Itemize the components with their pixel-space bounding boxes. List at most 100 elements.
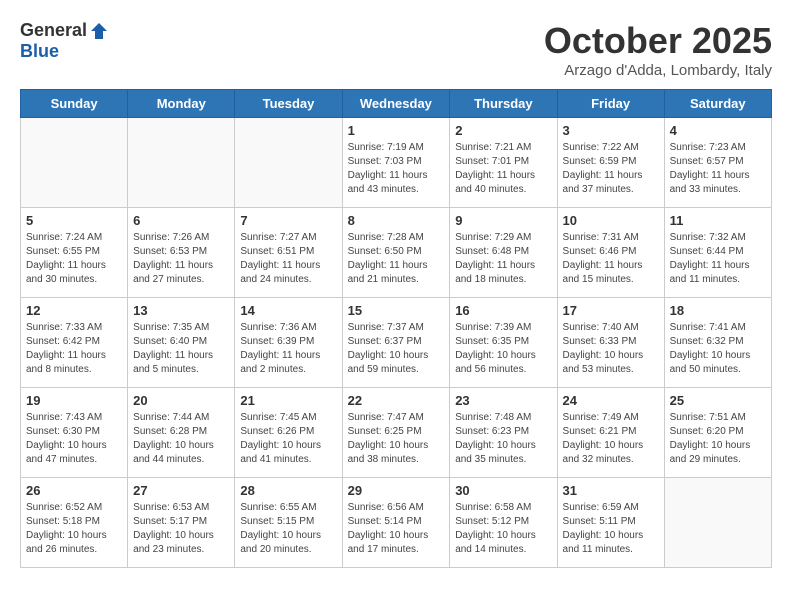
- day-number: 25: [670, 393, 766, 408]
- day-number: 8: [348, 213, 445, 228]
- day-number: 21: [240, 393, 336, 408]
- calendar-cell: 10 Sunrise: 7:31 AM Sunset: 6:46 PM Dayli…: [557, 208, 664, 298]
- logo-general-text: General: [20, 20, 87, 41]
- weekday-header-friday: Friday: [557, 90, 664, 118]
- calendar-cell: 25 Sunrise: 7:51 AM Sunset: 6:20 PM Dayli…: [664, 388, 771, 478]
- day-number: 5: [26, 213, 122, 228]
- calendar-cell: 13 Sunrise: 7:35 AM Sunset: 6:40 PM Dayli…: [128, 298, 235, 388]
- day-info: Sunrise: 7:49 AM Sunset: 6:21 PM Dayligh…: [563, 411, 659, 467]
- day-number: 10: [563, 213, 659, 228]
- day-info: Sunrise: 7:43 AM Sunset: 6:30 PM Dayligh…: [26, 411, 122, 467]
- day-number: 6: [133, 213, 229, 228]
- page-header: General Blue October 2025 Arzago d'Adda,…: [20, 20, 772, 79]
- calendar-cell: 7Sunrise: 7:27 AM Sunset: 6:51 PM Daylig…: [235, 208, 342, 298]
- day-number: 19: [26, 393, 122, 408]
- day-number: 14: [240, 303, 336, 318]
- calendar-cell: 15 Sunrise: 7:37 AM Sunset: 6:37 PM Dayli…: [342, 298, 450, 388]
- day-number: 28: [240, 483, 336, 498]
- week-row-4: 19 Sunrise: 7:43 AM Sunset: 6:30 PM Dayli…: [21, 388, 772, 478]
- day-info: Sunrise: 7:33 AM Sunset: 6:42 PM Dayligh…: [26, 321, 122, 377]
- day-info: Sunrise: 7:28 AM Sunset: 6:50 PM Dayligh…: [348, 231, 445, 287]
- day-number: 7: [240, 213, 336, 228]
- day-number: 9: [455, 213, 551, 228]
- weekday-header-monday: Monday: [128, 90, 235, 118]
- logo: General Blue: [20, 20, 109, 62]
- day-number: 11: [670, 213, 766, 228]
- day-number: 3: [563, 123, 659, 138]
- day-number: 29: [348, 483, 445, 498]
- week-row-2: 5 Sunrise: 7:24 AM Sunset: 6:55 PM Daylig…: [21, 208, 772, 298]
- calendar-cell: 20Sunrise: 7:44 AM Sunset: 6:28 PM Dayli…: [128, 388, 235, 478]
- day-info: Sunrise: 7:31 AM Sunset: 6:46 PM Dayligh…: [563, 231, 659, 287]
- calendar-cell: 26Sunrise: 6:52 AM Sunset: 5:18 PM Dayli…: [21, 478, 128, 568]
- calendar-cell: 9 Sunrise: 7:29 AM Sunset: 6:48 PM Daylig…: [450, 208, 557, 298]
- day-number: 4: [670, 123, 766, 138]
- logo-icon: [89, 21, 109, 41]
- calendar-cell: 14Sunrise: 7:36 AM Sunset: 6:39 PM Dayli…: [235, 298, 342, 388]
- day-info: Sunrise: 6:53 AM Sunset: 5:17 PM Dayligh…: [133, 501, 229, 557]
- day-number: 22: [348, 393, 445, 408]
- calendar-cell: 6Sunrise: 7:26 AM Sunset: 6:53 PM Daylig…: [128, 208, 235, 298]
- calendar-cell: 11 Sunrise: 7:32 AM Sunset: 6:44 PM Dayli…: [664, 208, 771, 298]
- calendar-cell: 21Sunrise: 7:45 AM Sunset: 6:26 PM Dayli…: [235, 388, 342, 478]
- day-info: Sunrise: 7:19 AM Sunset: 7:03 PM Dayligh…: [348, 141, 445, 197]
- title-section: October 2025 Arzago d'Adda, Lombardy, It…: [544, 20, 772, 79]
- calendar-cell: 28 Sunrise: 6:55 AM Sunset: 5:15 PM Dayli…: [235, 478, 342, 568]
- day-number: 31: [563, 483, 659, 498]
- week-row-1: 1 Sunrise: 7:19 AM Sunset: 7:03 PM Daylig…: [21, 118, 772, 208]
- day-number: 13: [133, 303, 229, 318]
- calendar-cell: 22 Sunrise: 7:47 AM Sunset: 6:25 PM Dayli…: [342, 388, 450, 478]
- week-row-5: 26Sunrise: 6:52 AM Sunset: 5:18 PM Dayli…: [21, 478, 772, 568]
- weekday-header-wednesday: Wednesday: [342, 90, 450, 118]
- day-info: Sunrise: 6:56 AM Sunset: 5:14 PM Dayligh…: [348, 501, 445, 557]
- calendar-cell: 5 Sunrise: 7:24 AM Sunset: 6:55 PM Daylig…: [21, 208, 128, 298]
- day-info: Sunrise: 7:47 AM Sunset: 6:25 PM Dayligh…: [348, 411, 445, 467]
- day-info: Sunrise: 7:21 AM Sunset: 7:01 PM Dayligh…: [455, 141, 551, 197]
- calendar-cell: 3Sunrise: 7:22 AM Sunset: 6:59 PM Daylig…: [557, 118, 664, 208]
- day-info: Sunrise: 7:40 AM Sunset: 6:33 PM Dayligh…: [563, 321, 659, 377]
- day-number: 1: [348, 123, 445, 138]
- week-row-3: 12Sunrise: 7:33 AM Sunset: 6:42 PM Dayli…: [21, 298, 772, 388]
- calendar-cell: 18 Sunrise: 7:41 AM Sunset: 6:32 PM Dayli…: [664, 298, 771, 388]
- month-title: October 2025: [544, 20, 772, 62]
- calendar-cell: [21, 118, 128, 208]
- day-info: Sunrise: 7:41 AM Sunset: 6:32 PM Dayligh…: [670, 321, 766, 377]
- calendar-cell: [235, 118, 342, 208]
- calendar-cell: 19 Sunrise: 7:43 AM Sunset: 6:30 PM Dayli…: [21, 388, 128, 478]
- calendar-table: SundayMondayTuesdayWednesdayThursdayFrid…: [20, 89, 772, 568]
- day-number: 27: [133, 483, 229, 498]
- calendar-cell: [664, 478, 771, 568]
- day-info: Sunrise: 6:58 AM Sunset: 5:12 PM Dayligh…: [455, 501, 551, 557]
- day-number: 17: [563, 303, 659, 318]
- day-info: Sunrise: 7:37 AM Sunset: 6:37 PM Dayligh…: [348, 321, 445, 377]
- day-info: Sunrise: 6:55 AM Sunset: 5:15 PM Dayligh…: [240, 501, 336, 557]
- calendar-cell: 4 Sunrise: 7:23 AM Sunset: 6:57 PM Daylig…: [664, 118, 771, 208]
- calendar-cell: 27 Sunrise: 6:53 AM Sunset: 5:17 PM Dayli…: [128, 478, 235, 568]
- day-info: Sunrise: 7:32 AM Sunset: 6:44 PM Dayligh…: [670, 231, 766, 287]
- day-info: Sunrise: 7:23 AM Sunset: 6:57 PM Dayligh…: [670, 141, 766, 197]
- calendar-cell: 2 Sunrise: 7:21 AM Sunset: 7:01 PM Daylig…: [450, 118, 557, 208]
- day-number: 15: [348, 303, 445, 318]
- weekday-header-tuesday: Tuesday: [235, 90, 342, 118]
- day-number: 20: [133, 393, 229, 408]
- day-number: 26: [26, 483, 122, 498]
- day-number: 30: [455, 483, 551, 498]
- day-info: Sunrise: 7:39 AM Sunset: 6:35 PM Dayligh…: [455, 321, 551, 377]
- weekday-header-sunday: Sunday: [21, 90, 128, 118]
- day-number: 23: [455, 393, 551, 408]
- day-info: Sunrise: 7:51 AM Sunset: 6:20 PM Dayligh…: [670, 411, 766, 467]
- calendar-cell: 31 Sunrise: 6:59 AM Sunset: 5:11 PM Dayli…: [557, 478, 664, 568]
- day-info: Sunrise: 7:24 AM Sunset: 6:55 PM Dayligh…: [26, 231, 122, 287]
- day-number: 18: [670, 303, 766, 318]
- location-subtitle: Arzago d'Adda, Lombardy, Italy: [544, 62, 772, 79]
- weekday-header-saturday: Saturday: [664, 90, 771, 118]
- day-number: 2: [455, 123, 551, 138]
- calendar-cell: 30 Sunrise: 6:58 AM Sunset: 5:12 PM Dayli…: [450, 478, 557, 568]
- weekday-header-row: SundayMondayTuesdayWednesdayThursdayFrid…: [21, 90, 772, 118]
- calendar-cell: [128, 118, 235, 208]
- day-info: Sunrise: 7:35 AM Sunset: 6:40 PM Dayligh…: [133, 321, 229, 377]
- calendar-cell: 24Sunrise: 7:49 AM Sunset: 6:21 PM Dayli…: [557, 388, 664, 478]
- day-number: 16: [455, 303, 551, 318]
- day-info: Sunrise: 6:59 AM Sunset: 5:11 PM Dayligh…: [563, 501, 659, 557]
- day-info: Sunrise: 7:29 AM Sunset: 6:48 PM Dayligh…: [455, 231, 551, 287]
